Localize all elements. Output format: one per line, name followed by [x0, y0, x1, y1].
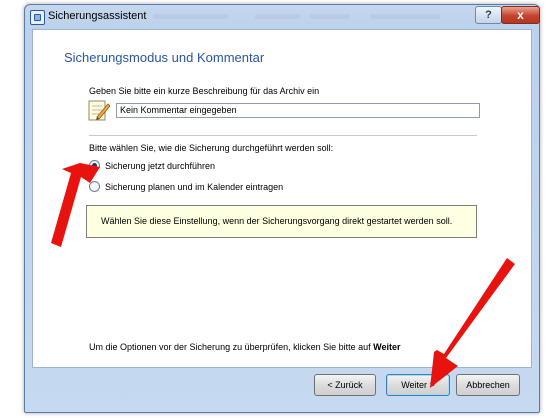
- wizard-page: Sicherungsmodus und Kommentar Geben Sie …: [32, 29, 532, 368]
- radio-backup-now[interactable]: [89, 160, 100, 171]
- radio-schedule-backup[interactable]: [89, 181, 100, 192]
- back-button[interactable]: < Zurück: [314, 374, 376, 396]
- comment-input[interactable]: [116, 103, 480, 118]
- instruction-text: Um die Optionen vor der Sicherung zu übe…: [89, 342, 401, 352]
- page-title: Sicherungsmodus und Kommentar: [64, 50, 265, 65]
- divider: [89, 135, 477, 136]
- wizard-window: Sicherungsassistent ? x Sicherungsmodus …: [24, 4, 540, 413]
- info-text: Wählen Sie diese Einstellung, wenn der S…: [101, 216, 453, 226]
- next-button[interactable]: Weiter >: [386, 374, 450, 396]
- title-bar[interactable]: Sicherungsassistent ? x: [25, 5, 540, 29]
- option-schedule-backup-label[interactable]: Sicherung planen und im Kalender eintrag…: [105, 182, 283, 192]
- cancel-button[interactable]: Abbrechen: [456, 374, 520, 396]
- description-label: Geben Sie bitte ein kurze Beschreibung f…: [89, 86, 320, 96]
- backup-app-icon: [30, 10, 45, 25]
- blurred-background-title: [153, 14, 228, 19]
- option-schedule-backup[interactable]: Sicherung planen und im Kalender eintrag…: [89, 180, 283, 193]
- note-pencil-icon: [88, 100, 110, 121]
- help-button[interactable]: ?: [475, 6, 502, 24]
- blurred-background-title: [370, 14, 440, 19]
- option-backup-now-label[interactable]: Sicherung jetzt durchführen: [105, 161, 215, 171]
- window-title: Sicherungsassistent: [48, 10, 147, 22]
- close-button[interactable]: x: [501, 6, 540, 24]
- instruction-text-main: Um die Optionen vor der Sicherung zu übe…: [89, 342, 371, 352]
- instruction-text-bold: Weiter: [373, 342, 401, 352]
- option-backup-now[interactable]: Sicherung jetzt durchführen: [89, 159, 215, 172]
- blurred-background-title: [255, 14, 300, 19]
- blurred-background-title: [310, 14, 350, 19]
- info-box: Wählen Sie diese Einstellung, wenn der S…: [86, 205, 477, 238]
- backup-mode-label: Bitte wählen Sie, wie die Sicherung durc…: [89, 143, 334, 153]
